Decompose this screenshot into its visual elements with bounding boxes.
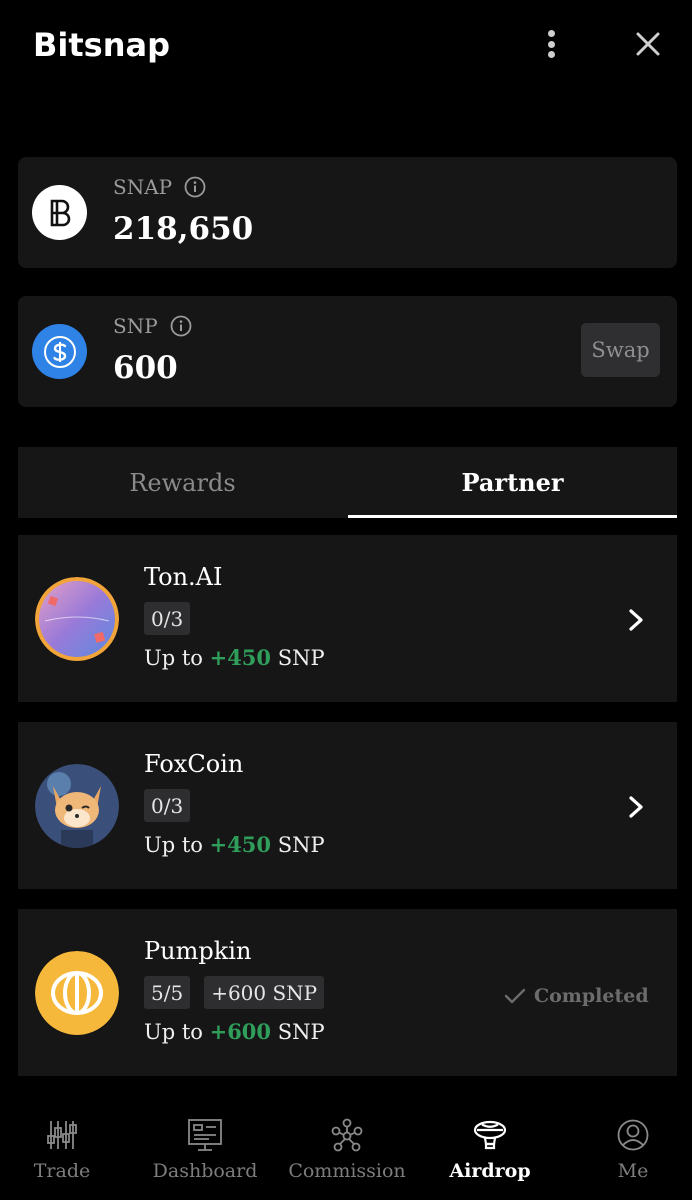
snp-balance-card: SNP 600 Swap [18, 296, 677, 407]
task-name: Pumpkin [144, 937, 252, 965]
snap-balance-value: 218,650 [113, 211, 254, 247]
task-pumpkin[interactable]: Pumpkin 5/5 +600 SNP Up to +600 SNP Comp… [18, 909, 677, 1076]
profile-icon [617, 1119, 649, 1151]
progress-badge: 0/3 [144, 789, 191, 822]
reward-line: Up to +450 SNP [144, 832, 325, 857]
nav-trade[interactable]: Trade [18, 1096, 106, 1200]
dashboard-icon [188, 1119, 222, 1151]
active-tab-indicator [348, 515, 677, 518]
nav-me[interactable]: Me [600, 1096, 666, 1200]
task-badges: 0/3 [144, 789, 191, 822]
task-tabs: Rewards Partner [18, 447, 677, 518]
nav-dashboard[interactable]: Dashboard [153, 1096, 257, 1200]
reward-line: Up to +600 SNP [144, 1019, 325, 1044]
tab-partner[interactable]: Partner [348, 447, 677, 518]
task-foxcoin[interactable]: FoxCoin 0/3 Up to +450 SNP [18, 722, 677, 889]
close-icon[interactable] [630, 26, 666, 62]
snp-balance-value: 600 [113, 350, 178, 386]
bottom-navigation: Trade Dashboard Commission Airdrop Me [0, 1096, 692, 1200]
network-icon [331, 1118, 363, 1152]
snap-label: SNAP [113, 175, 206, 199]
reward-amount: +450 [209, 645, 272, 670]
chevron-right-icon[interactable] [624, 607, 648, 633]
swap-button[interactable]: Swap [581, 323, 660, 377]
reward-amount: +450 [209, 832, 272, 857]
snp-coin-icon [32, 324, 87, 379]
task-badges: 0/3 [144, 602, 191, 635]
snap-balance-card: SNAP 218,650 [18, 157, 677, 268]
foxcoin-logo [35, 764, 119, 848]
checkmark-icon [504, 988, 526, 1004]
nav-commission[interactable]: Commission [288, 1096, 406, 1200]
airship-icon [473, 1120, 507, 1150]
task-name: Ton.AI [144, 563, 223, 591]
nav-airdrop[interactable]: Airdrop [449, 1096, 531, 1200]
more-options-icon[interactable] [536, 26, 566, 62]
info-icon[interactable] [170, 315, 192, 337]
top-bar: Bitsnap [0, 0, 692, 92]
candlestick-icon [47, 1121, 77, 1149]
reward-line: Up to +450 SNP [144, 645, 325, 670]
bitsnap-logo-icon [32, 185, 87, 240]
chevron-right-icon[interactable] [624, 794, 648, 820]
progress-badge: 0/3 [144, 602, 191, 635]
task-name: FoxCoin [144, 750, 244, 778]
earned-badge: +600 SNP [204, 976, 325, 1009]
info-icon[interactable] [184, 176, 206, 198]
completed-status: Completed [504, 985, 649, 1007]
reward-amount: +600 [209, 1019, 272, 1044]
tab-rewards[interactable]: Rewards [18, 447, 347, 518]
pumpkin-logo [35, 951, 119, 1035]
snp-label: SNP [113, 314, 192, 338]
progress-badge: 5/5 [144, 976, 191, 1009]
task-badges: 5/5 +600 SNP [144, 976, 325, 1009]
app-title: Bitsnap [33, 26, 170, 64]
ton-ai-logo [35, 577, 119, 661]
task-ton-ai[interactable]: Ton.AI 0/3 Up to +450 SNP [18, 535, 677, 702]
